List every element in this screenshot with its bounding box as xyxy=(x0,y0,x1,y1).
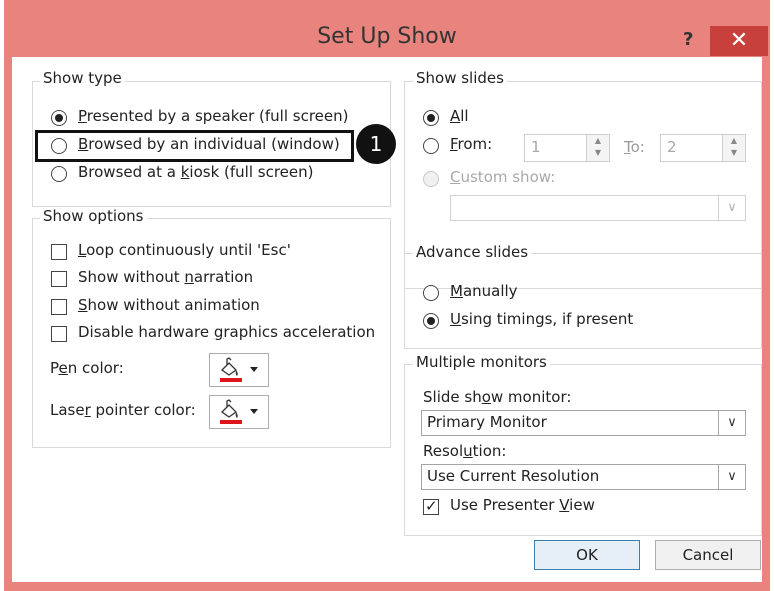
checkbox[interactable] xyxy=(51,299,67,315)
radio-button[interactable] xyxy=(51,110,67,126)
resolution-label: Resolution: xyxy=(423,442,507,460)
pen-color-button[interactable] xyxy=(209,353,269,387)
callout-highlight xyxy=(35,130,354,162)
from-slide-value: 1 xyxy=(531,138,541,156)
slide-show-monitor-label: Slide show monitor: xyxy=(423,388,572,406)
to-slide-value: 2 xyxy=(667,138,677,156)
close-button[interactable]: ✕ xyxy=(710,26,768,56)
radio-button[interactable] xyxy=(423,285,439,301)
resolution-value: Use Current Resolution xyxy=(427,467,600,485)
spinner-arrows-icon[interactable]: ▲ ▼ xyxy=(722,135,745,161)
laser-color-button[interactable] xyxy=(209,395,269,429)
radio-label: All xyxy=(450,107,469,125)
paint-bucket-icon xyxy=(220,399,258,424)
radio-button[interactable] xyxy=(423,138,439,154)
checkbox-label: Loop continuously until 'Esc' xyxy=(78,241,291,259)
chevron-down-icon[interactable]: ∨ xyxy=(718,196,745,220)
spinner-arrows-icon[interactable]: ▲ ▼ xyxy=(586,135,609,161)
checkbox-label: Show without narration xyxy=(78,268,254,286)
cancel-button[interactable]: Cancel xyxy=(655,540,761,570)
checkbox-label: Show without animation xyxy=(78,296,260,314)
dialog-title: Set Up Show xyxy=(317,24,457,49)
custom-show-dropdown[interactable]: ∨ xyxy=(450,195,746,221)
laser-pointer-color-label: Laser pointer color: xyxy=(50,401,196,419)
checkbox[interactable] xyxy=(51,271,67,287)
radio-label: From: xyxy=(450,135,493,153)
chevron-down-icon[interactable]: ∨ xyxy=(718,411,745,435)
title-bar: Set Up Show ? ✕ xyxy=(4,12,770,56)
show-slides-legend: Show slides xyxy=(413,69,507,87)
advance-slides-group xyxy=(404,253,762,349)
slide-show-monitor-dropdown[interactable]: Primary Monitor ∨ xyxy=(421,410,746,436)
radio-button[interactable] xyxy=(423,171,439,187)
resolution-dropdown[interactable]: Use Current Resolution ∨ xyxy=(421,464,746,490)
radio-button[interactable] xyxy=(423,110,439,126)
callout-number-badge: 1 xyxy=(356,124,396,164)
from-slide-spinner[interactable]: 1 ▲ ▼ xyxy=(524,134,610,162)
paint-bucket-icon xyxy=(220,357,258,382)
advance-slides-legend: Advance slides xyxy=(413,243,532,261)
radio-label: Custom show: xyxy=(450,168,556,186)
checkbox[interactable] xyxy=(51,244,67,260)
close-icon: ✕ xyxy=(729,28,749,53)
to-slide-spinner[interactable]: 2 ▲ ▼ xyxy=(660,134,746,162)
radio-label: Presented by a speaker (full screen) xyxy=(78,107,349,125)
checkbox-label: Use Presenter View xyxy=(450,496,595,514)
checkbox[interactable] xyxy=(51,326,67,342)
chevron-down-icon[interactable]: ∨ xyxy=(718,465,745,489)
dialog-body: Show type Presented by a speaker (full s… xyxy=(12,57,762,582)
show-options-legend: Show options xyxy=(40,207,147,225)
monitor-value: Primary Monitor xyxy=(427,413,547,431)
radio-label: Browsed at a kiosk (full screen) xyxy=(78,163,314,181)
radio-label: Using timings, if present xyxy=(450,310,634,328)
show-type-legend: Show type xyxy=(40,69,125,87)
checkbox-label: Disable hardware graphics acceleration xyxy=(78,323,376,341)
ok-button[interactable]: OK xyxy=(534,540,640,570)
multiple-monitors-legend: Multiple monitors xyxy=(413,353,550,371)
to-label: To: xyxy=(624,138,645,156)
radio-label: Manually xyxy=(450,282,518,300)
checkbox[interactable] xyxy=(423,497,439,515)
help-button[interactable]: ? xyxy=(683,29,693,50)
radio-button[interactable] xyxy=(423,313,439,329)
pen-color-label: Pen color: xyxy=(50,359,124,377)
radio-button[interactable] xyxy=(51,166,67,182)
